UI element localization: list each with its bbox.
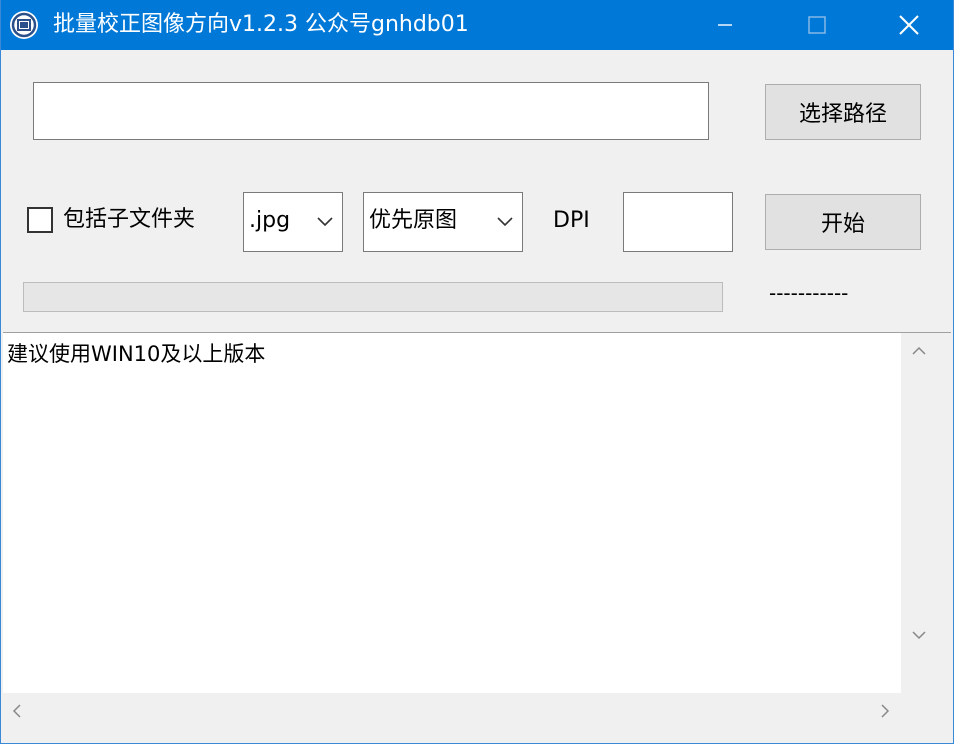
title-bar[interactable]: 批量校正图像方向v1.2.3 公众号gnhdb01 <box>1 0 953 50</box>
start-button[interactable]: 开始 <box>765 194 921 250</box>
log-textarea[interactable]: 建议使用WIN10及以上版本 <box>3 332 951 725</box>
maximize-button[interactable] <box>771 0 863 50</box>
maximize-icon <box>808 16 826 34</box>
extension-select[interactable]: .jpg <box>243 192 343 252</box>
include-subfolders-checkbox[interactable] <box>27 207 53 233</box>
app-window: 批量校正图像方向v1.2.3 公众号gnhdb01 选择路径 包括子文件夹 .j… <box>0 0 954 744</box>
window-title: 批量校正图像方向v1.2.3 公众号gnhdb01 <box>53 12 469 37</box>
scroll-up-icon[interactable] <box>911 345 927 357</box>
app-icon <box>10 11 38 39</box>
log-text: 建议使用WIN10及以上版本 <box>7 342 266 366</box>
extension-select-value: .jpg <box>249 208 291 233</box>
horizontal-scrollbar[interactable] <box>3 693 951 725</box>
mode-select[interactable]: 优先原图 <box>363 192 523 252</box>
close-button[interactable] <box>863 0 953 50</box>
progress-bar <box>23 282 723 312</box>
mode-select-value: 优先原图 <box>369 208 458 233</box>
path-input[interactable] <box>33 82 709 140</box>
select-path-button[interactable]: 选择路径 <box>765 84 921 140</box>
minimize-button[interactable] <box>679 0 771 50</box>
scroll-left-icon[interactable] <box>11 703 23 719</box>
close-icon <box>899 15 919 35</box>
chevron-down-icon <box>317 217 333 227</box>
scroll-down-icon[interactable] <box>911 629 927 641</box>
scroll-right-icon[interactable] <box>879 703 891 719</box>
minimize-icon <box>718 24 732 26</box>
vertical-scrollbar[interactable] <box>901 333 951 693</box>
chevron-down-icon <box>497 217 513 227</box>
status-text: ----------- <box>769 281 849 305</box>
dpi-label: DPI <box>553 208 590 233</box>
include-subfolders-label[interactable]: 包括子文件夹 <box>63 204 195 236</box>
dpi-input[interactable] <box>623 192 733 252</box>
